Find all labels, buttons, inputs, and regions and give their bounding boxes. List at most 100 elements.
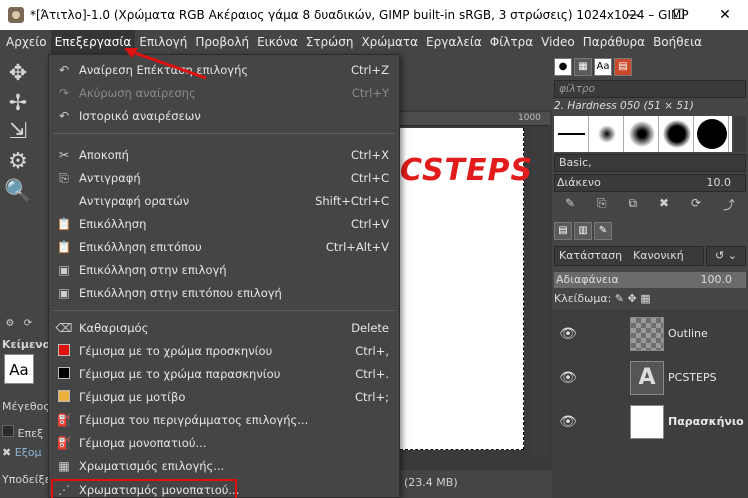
menu-redo-label: Ακύρωση αναίρεσης: [79, 86, 196, 100]
menu-filters[interactable]: Φίλτρα: [486, 30, 537, 54]
ruler-mark: 1000: [518, 113, 541, 123]
layer-item[interactable]: 👁 Outline: [552, 314, 748, 354]
brush-hard[interactable]: [694, 116, 729, 152]
move-tool-icon[interactable]: ✥: [4, 60, 32, 88]
pattern-icon: [49, 389, 79, 405]
lock-pixels-icon[interactable]: ✎: [615, 292, 624, 305]
visibility-eye-icon[interactable]: 👁: [558, 326, 578, 342]
menu-stroke-selection[interactable]: ▦ Χρωματισμός επιλογής...: [49, 455, 399, 477]
brush-line[interactable]: [554, 116, 589, 152]
visibility-eye-icon[interactable]: 👁: [558, 370, 578, 386]
menu-paste-into-selection[interactable]: ▣ Επικόλληση στην επιλογή: [49, 259, 399, 281]
visibility-eye-icon[interactable]: 👁: [558, 414, 578, 430]
brush-filter-input[interactable]: φίλτρο: [554, 80, 746, 98]
spacing-value[interactable]: 10.0: [707, 175, 732, 191]
gimp-logo-icon: [8, 7, 24, 23]
brushes-tab-icon[interactable]: ●: [554, 58, 572, 76]
menu-copy[interactable]: ⎘ Αντιγραφή Ctrl+C: [49, 167, 399, 189]
menu-fill-fg[interactable]: Γέμισμα με το χρώμα προσκηνίου Ctrl+,: [49, 340, 399, 362]
menu-redo[interactable]: ↷ Ακύρωση αναίρεσης Ctrl+Y: [49, 82, 399, 104]
tool-options-tab-icon[interactable]: ⚙: [2, 318, 18, 334]
menu-tools[interactable]: Εργαλεία: [422, 30, 486, 54]
layer-item[interactable]: 👁 A PCSTEPS: [552, 358, 748, 398]
font-preview[interactable]: Aa: [4, 354, 34, 384]
patterns-tab-icon[interactable]: ▦: [574, 58, 592, 76]
shortcut-copy: Ctrl+C: [350, 171, 389, 185]
shortcut-redo: Ctrl+Y: [351, 86, 389, 100]
open-as-image-icon[interactable]: ⤴: [723, 196, 735, 214]
brush-preset-field[interactable]: Basic,: [554, 154, 746, 172]
lock-position-icon[interactable]: ✥: [628, 292, 637, 305]
right-dock: ● ▦ Aa ▤ φίλτρο 2. Hardness 050 (51 × 51…: [552, 54, 748, 498]
menu-copy-visible-label: Αντιγραφή ορατών: [79, 194, 190, 208]
brush-grid[interactable]: [554, 116, 732, 152]
zoom-tool-icon[interactable]: 🔍: [4, 178, 32, 206]
menu-help[interactable]: Βοήθεια: [649, 30, 706, 54]
fg-color-icon: [49, 343, 79, 359]
menu-copy-visible[interactable]: Αντιγραφή ορατών Shift+Ctrl+C: [49, 190, 399, 212]
new-brush-icon[interactable]: ⎘: [597, 196, 607, 214]
menu-windows[interactable]: Παράθυρα: [579, 30, 649, 54]
undo-icon: ↶: [58, 63, 70, 77]
layers-tab-icon[interactable]: ▤: [554, 222, 572, 240]
channels-tab-icon[interactable]: ▥: [574, 222, 592, 240]
option-checkbox-1[interactable]: Επεξ: [2, 425, 43, 440]
menu-paste-into-in-place[interactable]: ▣ Επικόλληση στην επιτόπου επιλογή: [49, 282, 399, 304]
menu-undo[interactable]: ↶ Αναίρεση Επέκταση επιλογής Ctrl+Z: [49, 59, 399, 81]
option-checkbox-2[interactable]: ✖ Εξομ: [2, 446, 42, 459]
menu-layer[interactable]: Στρώση: [302, 30, 358, 54]
scissors-icon: ✂: [58, 148, 70, 162]
window-title: *[Άτιτλο]-1.0 (Χρώματα RGB Ακέραιος γάμα…: [30, 8, 689, 22]
menu-fill-pattern[interactable]: Γέμισμα με μοτίβο Ctrl+;: [49, 386, 399, 408]
menu-fill-selection-outline[interactable]: ⛽ Γέμισμα του περιγράμματος επιλογής...: [49, 409, 399, 431]
move-arrows-icon[interactable]: ✢: [4, 90, 32, 118]
brush-soft-medium[interactable]: [624, 116, 659, 152]
delete-brush-icon[interactable]: ✖: [659, 196, 669, 214]
edit-brush-icon[interactable]: ✎: [565, 196, 575, 214]
brush-soft-large[interactable]: [659, 116, 694, 152]
opacity-value[interactable]: 100.0: [701, 272, 733, 288]
menu-colors[interactable]: Χρώματα: [357, 30, 422, 54]
shortcut-copy-visible: Shift+Ctrl+C: [315, 194, 389, 208]
layer-thumbnail: [630, 317, 664, 351]
shortcut-paste-in-place: Ctrl+Alt+V: [325, 240, 389, 254]
paths-tab-icon[interactable]: ✎: [594, 222, 612, 240]
tool-name: Κείμενο: [2, 338, 51, 351]
transform-tool-icon[interactable]: ⇲: [4, 118, 32, 146]
menu-stroke-selection-label: Χρωματισμός επιλογής...: [79, 459, 225, 473]
fonts-tab-icon[interactable]: Aa: [594, 58, 612, 76]
layer-mode-select[interactable]: Κατάσταση Κανονική: [554, 246, 704, 266]
menu-paste-in-place[interactable]: 📋 Επικόλληση επιτόπου Ctrl+Alt+V: [49, 236, 399, 258]
lock-alpha-icon[interactable]: ▦: [640, 292, 650, 305]
minimize-button[interactable]: —: [610, 0, 656, 30]
device-status-tab-icon[interactable]: ⟳: [20, 318, 36, 334]
menu-fill-bg[interactable]: Γέμισμα με το χρώμα παρασκηνίου Ctrl+.: [49, 363, 399, 385]
layer-item[interactable]: 👁 Παρασκήνιο: [552, 402, 748, 442]
brush-soft-small[interactable]: [589, 116, 624, 152]
menu-cut[interactable]: ✂ Αποκοπή Ctrl+X: [49, 144, 399, 166]
vertical-scrollbar[interactable]: [532, 128, 548, 458]
duplicate-brush-icon[interactable]: ⧉: [628, 196, 637, 214]
checkmark-icon[interactable]: ✖: [2, 446, 11, 459]
menu-paste[interactable]: 📋 Επικόλληση Ctrl+V: [49, 213, 399, 235]
menu-paste-label: Επικόλληση: [79, 217, 147, 231]
close-button[interactable]: ✕: [702, 0, 748, 30]
highlight-box: [51, 479, 237, 498]
spacing-field[interactable]: Διάκενο 10.0: [554, 174, 746, 192]
menu-image[interactable]: Εικόνα: [253, 30, 302, 54]
menu-video[interactable]: Video: [537, 30, 579, 54]
menu-fill-path-label: Γέμισμα μονοπατιού...: [79, 436, 207, 450]
menu-file[interactable]: Αρχείο: [2, 30, 51, 54]
documents-tab-icon[interactable]: ▤: [614, 58, 632, 76]
menu-clear-label: Καθαρισμός: [79, 321, 149, 335]
maximize-button[interactable]: ☐: [656, 0, 702, 30]
refresh-brush-icon[interactable]: ⟳: [691, 196, 701, 214]
menu-fill-path[interactable]: ⛽ Γέμισμα μονοπατιού...: [49, 432, 399, 454]
puppet-warp-icon[interactable]: ⚙: [4, 148, 32, 176]
checkbox-icon[interactable]: [2, 425, 14, 437]
brush-scrollbar[interactable]: [734, 116, 746, 152]
opacity-slider[interactable]: Αδιαφάνεια 100.0: [554, 272, 746, 288]
mode-reset-icon[interactable]: ↺ ⌄: [706, 246, 746, 266]
menu-clear[interactable]: ⌫ Καθαρισμός Delete: [49, 317, 399, 339]
menu-undo-history[interactable]: ↶ Ιστορικό αναιρέσεων: [49, 105, 399, 127]
